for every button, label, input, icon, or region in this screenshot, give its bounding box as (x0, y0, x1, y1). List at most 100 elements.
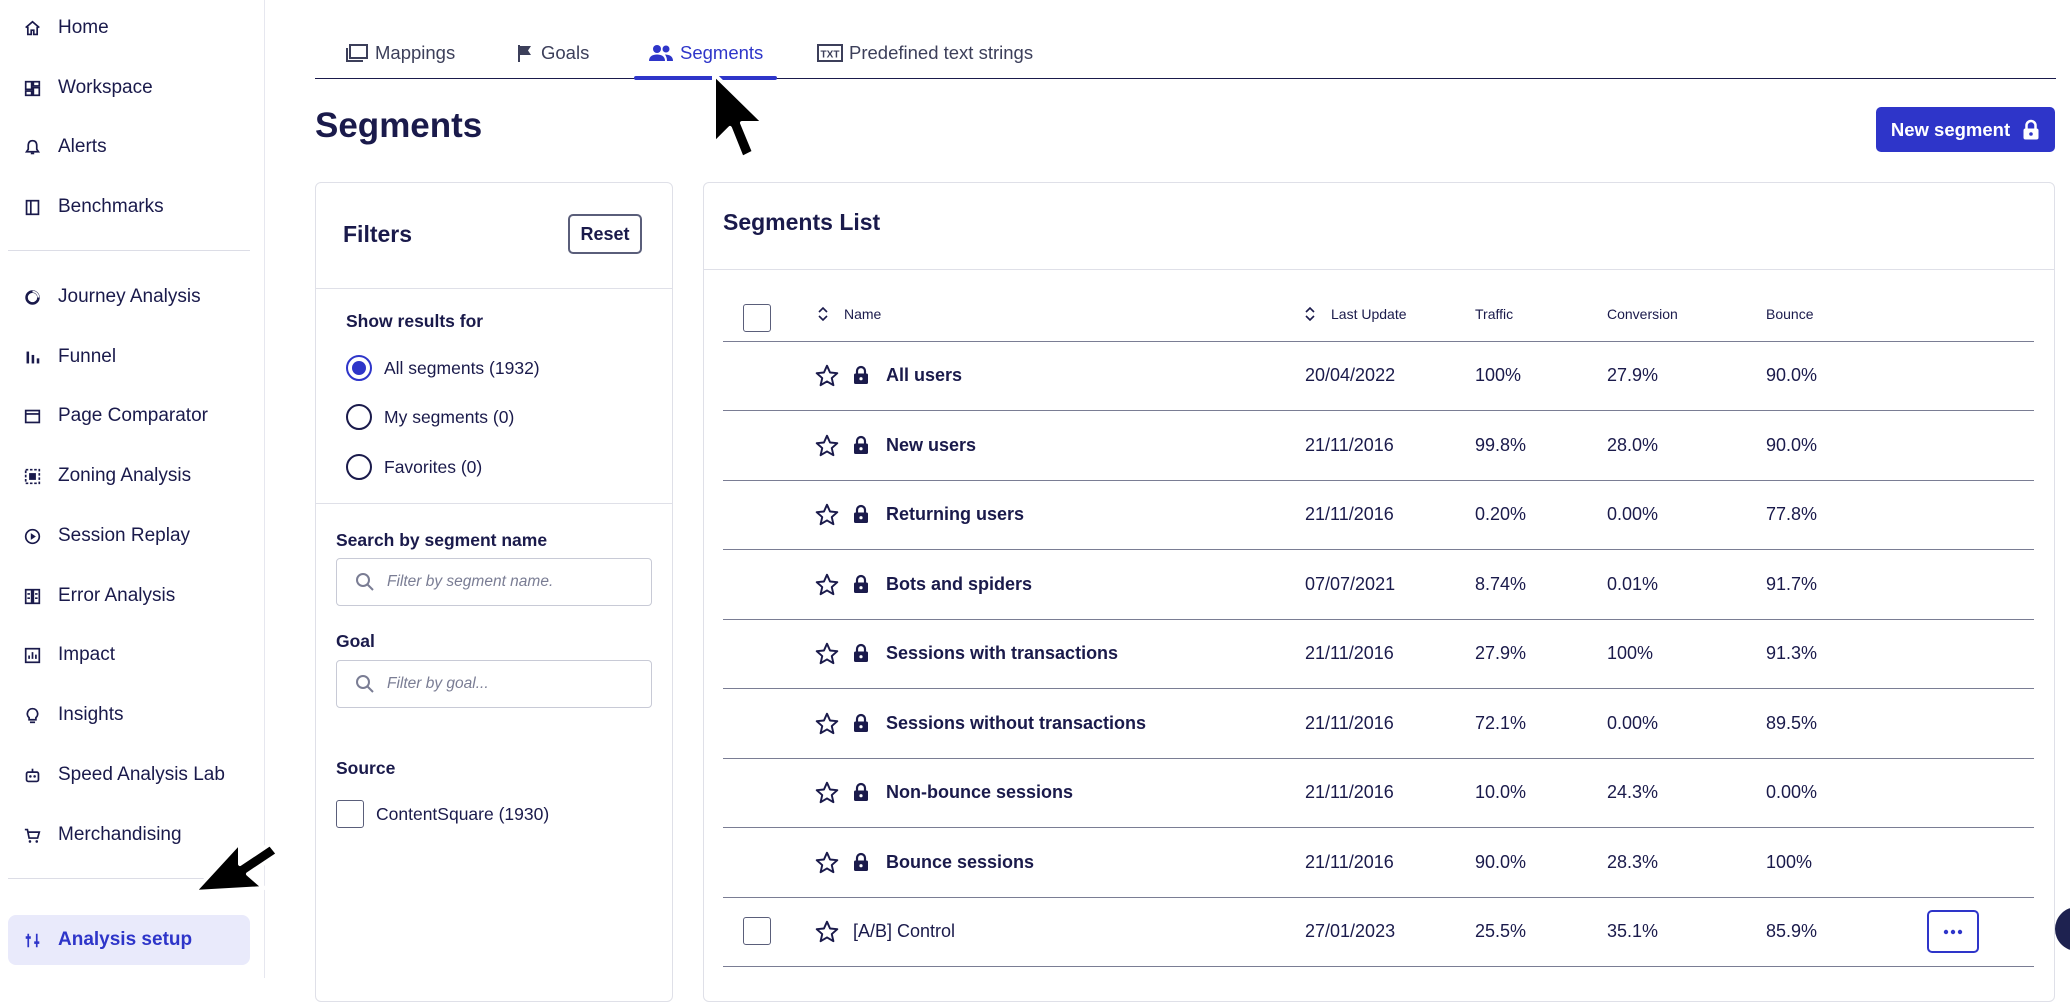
source-contentsquare[interactable]: ContentSquare (1930) (336, 800, 549, 828)
page-comparator-icon (22, 406, 42, 426)
sidebar-item-speed-analysis-lab[interactable]: Speed Analysis Lab (8, 750, 250, 800)
new-segment-button[interactable]: New segment (1876, 107, 2055, 152)
segment-bounce: 0.00% (1766, 782, 1818, 802)
sidebar-item-impact[interactable]: Impact (8, 630, 250, 680)
segment-name[interactable]: Bots and spiders (886, 550, 1032, 619)
table-row[interactable]: New users 21/11/2016 99.8% 28.0% 90.0% (723, 411, 2034, 481)
sidebar-item-label: Benchmarks (58, 196, 164, 217)
sliders-icon (22, 930, 42, 950)
tab-label: Goals (541, 42, 590, 63)
segment-name[interactable]: Bounce sessions (886, 828, 1034, 897)
sidebar-item-session-replay[interactable]: Session Replay (8, 511, 250, 561)
sidebar-item-journey-analysis[interactable]: Journey Analysis (8, 272, 250, 322)
lock-icon (853, 365, 869, 385)
table-row[interactable]: [A/B] Control 27/01/2023 25.5% 35.1% 85.9% (723, 897, 2034, 967)
cart-icon (22, 825, 42, 845)
tab-mappings[interactable]: Mappings (345, 28, 455, 78)
favorite-star-icon[interactable] (814, 780, 840, 806)
segment-name[interactable]: All users (886, 341, 962, 410)
favorite-star-icon[interactable] (814, 850, 840, 876)
segment-traffic: 0.20% (1475, 504, 1527, 524)
zoning-icon (22, 466, 42, 486)
segment-traffic: 90.0% (1475, 851, 1527, 872)
table-row[interactable]: Bounce sessions 21/11/2016 90.0% 28.3% 100% (723, 828, 2034, 898)
column-traffic: Traffic (1475, 306, 1514, 322)
radio-favorites[interactable]: Favorites (0) (346, 454, 482, 480)
segment-bounce: 100% (1766, 851, 1813, 872)
lightbulb-icon (22, 705, 42, 725)
table-row[interactable]: Sessions without transactions 21/11/2016 7… (723, 689, 2034, 759)
tab-predefined-text-strings[interactable]: TXT Predefined text strings (817, 28, 1033, 78)
reset-button[interactable]: Reset (568, 214, 642, 254)
sidebar-item-zoning-analysis[interactable]: Zoning Analysis (8, 451, 250, 501)
favorite-star-icon[interactable] (814, 711, 840, 737)
favorite-star-icon[interactable] (814, 363, 840, 389)
segment-last-update: 20/04/2022 (1305, 365, 1396, 385)
favorite-star-icon[interactable] (814, 641, 840, 667)
radio-my-segments[interactable]: My segments (0) (346, 404, 514, 430)
favorite-star-icon[interactable] (814, 433, 840, 459)
source-checkbox[interactable] (336, 800, 364, 828)
journey-icon (22, 287, 42, 307)
favorite-star-icon[interactable] (814, 572, 840, 598)
segment-name[interactable]: Sessions without transactions (886, 689, 1146, 758)
source-label: Source (336, 758, 396, 778)
svg-text:TXT: TXT (821, 50, 840, 61)
radio-all-segments[interactable]: All segments (1932) (346, 355, 540, 381)
goal-label: Goal (336, 631, 375, 651)
radio-circle (346, 404, 372, 430)
sidebar-item-workspace[interactable]: Workspace (8, 63, 250, 113)
segment-last-update: 21/11/2016 (1305, 851, 1394, 872)
segment-last-update: 21/11/2016 (1305, 643, 1394, 663)
select-all-checkbox[interactable] (743, 304, 771, 332)
sidebar-item-alerts[interactable]: Alerts (8, 122, 250, 172)
sidebar-item-label: Error Analysis (58, 585, 176, 606)
tab-goals[interactable]: Goals (515, 28, 589, 78)
segment-name-search-input[interactable] (385, 572, 639, 592)
segment-traffic: 99.8% (1475, 434, 1527, 455)
sidebar-item-insights[interactable]: Insights (8, 690, 250, 740)
sidebar-item-label: Journey Analysis (58, 286, 201, 307)
table-row[interactable]: All users 20/04/2022 100% 27.9% 90.0% (723, 341, 2034, 411)
segment-last-update: 07/07/2021 (1305, 573, 1396, 594)
help-chat-button[interactable] (2055, 907, 2070, 951)
segment-bounce: 85.9% (1766, 921, 1818, 941)
mouse-cursor-icon (710, 70, 772, 170)
column-last-update[interactable]: Last Update (1305, 306, 1407, 322)
row-more-options-button[interactable] (1927, 910, 1979, 953)
segment-name[interactable]: Non-bounce sessions (886, 758, 1073, 827)
segment-name-search (336, 558, 652, 606)
sidebar-item-label: Page Comparator (58, 405, 208, 426)
book-icon (22, 197, 42, 217)
sidebar-item-analysis-setup[interactable]: Analysis setup (8, 915, 250, 965)
new-segment-label: New segment (1890, 118, 2011, 140)
favorite-star-icon[interactable] (814, 919, 840, 945)
lock-icon (853, 713, 869, 733)
segment-name[interactable]: Sessions with transactions (886, 619, 1118, 688)
lock-icon (2022, 119, 2040, 141)
segment-name[interactable]: Returning users (886, 480, 1024, 549)
sidebar-item-label: Zoning Analysis (58, 465, 192, 486)
sidebar-item-home[interactable]: Home (8, 3, 250, 53)
table-row[interactable]: Bots and spiders 07/07/2021 8.74% 0.01% 91.7… (723, 550, 2034, 620)
sidebar-item-label: Alerts (58, 136, 107, 157)
sidebar-item-page-comparator[interactable]: Page Comparator (8, 391, 250, 441)
segment-name[interactable]: [A/B] Control (853, 897, 955, 966)
table-row[interactable]: Returning users 21/11/2016 0.20% 0.00% 77.8% (723, 480, 2034, 550)
segment-traffic: 8.74% (1475, 573, 1527, 594)
segment-conversion: 35.1% (1607, 921, 1659, 941)
sidebar-item-benchmarks[interactable]: Benchmarks (8, 182, 250, 232)
row-checkbox[interactable] (743, 917, 771, 945)
segment-conversion: 28.3% (1607, 851, 1659, 872)
sidebar-item-funnel[interactable]: Funnel (8, 332, 250, 382)
column-name[interactable]: Name (818, 306, 881, 322)
sidebar-item-error-analysis[interactable]: Error Analysis (8, 571, 250, 621)
table-row[interactable]: Non-bounce sessions 21/11/2016 10.0% 24.3% 0… (723, 758, 2034, 828)
goal-search-input[interactable] (385, 674, 639, 694)
lock-icon (853, 782, 869, 802)
segment-name[interactable]: New users (886, 411, 976, 480)
page-title: Segments (315, 106, 483, 145)
table-row[interactable]: Sessions with transactions 21/11/2016 27.9… (723, 619, 2034, 689)
segment-last-update: 21/11/2016 (1305, 782, 1394, 802)
favorite-star-icon[interactable] (814, 502, 840, 528)
